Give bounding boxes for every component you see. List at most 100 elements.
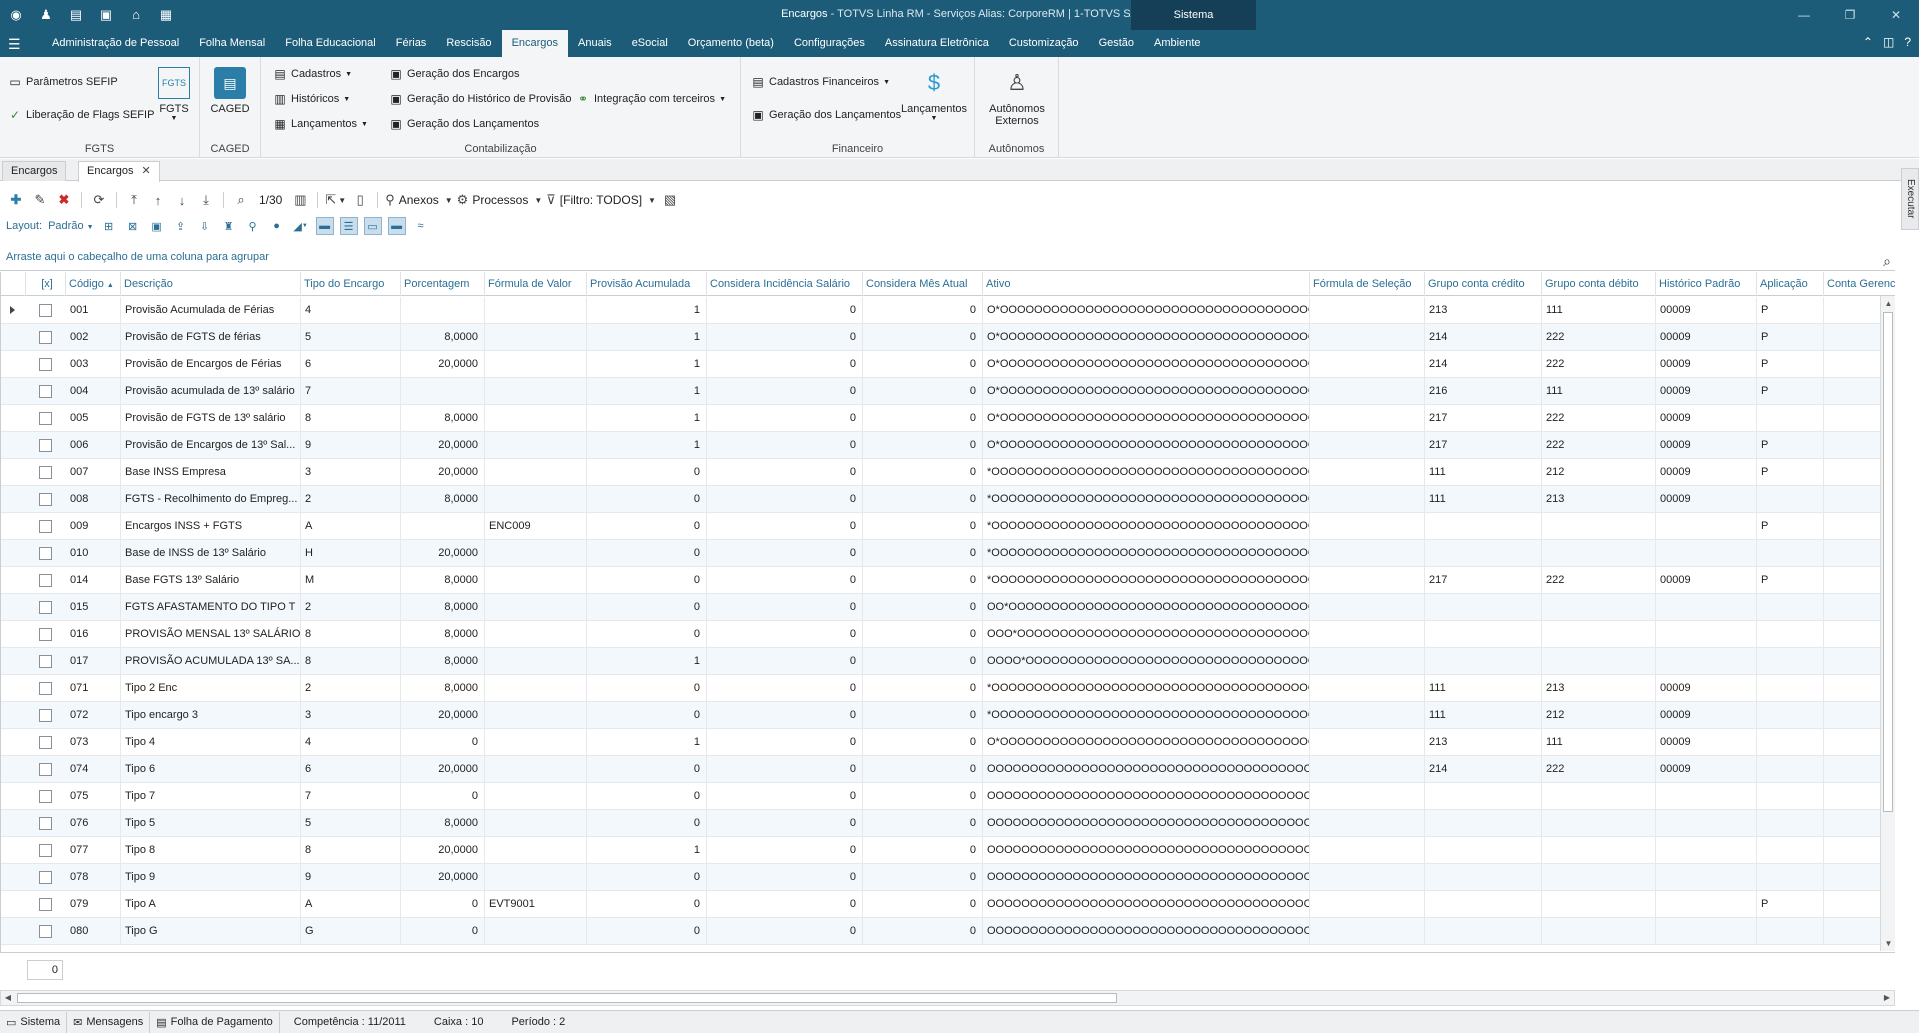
cell-mes-atual[interactable]: 0	[863, 783, 983, 810]
cell-incidencia[interactable]: 0	[707, 405, 863, 432]
cell-formula-selecao[interactable]	[1310, 405, 1425, 432]
cell-historico[interactable]	[1656, 513, 1757, 540]
export-layout-icon[interactable]: ⇩	[196, 217, 214, 235]
cell-historico[interactable]: 00009	[1656, 405, 1757, 432]
cell-porcentagem[interactable]: 8,0000	[401, 486, 485, 513]
cell-ativo[interactable]: *OOOOOOOOOOOOOOOOOOOOOOOOOOOOOOOOOOOOOOO…	[983, 459, 1310, 486]
row-checkbox[interactable]	[39, 358, 52, 371]
spell-icon[interactable]: ≈	[412, 217, 430, 235]
view-top-icon[interactable]: ▭	[363, 217, 382, 235]
row-checkbox[interactable]	[39, 385, 52, 398]
cell-porcentagem[interactable]: 20,0000	[401, 864, 485, 891]
cell-grupo-credito[interactable]: 214	[1425, 351, 1542, 378]
cell-formula-valor[interactable]	[485, 378, 587, 405]
cell-tipo[interactable]: 3	[301, 702, 401, 729]
cell-formula-selecao[interactable]	[1310, 702, 1425, 729]
cell-tipo[interactable]: 5	[301, 810, 401, 837]
cell-aplicacao[interactable]: P	[1757, 378, 1824, 405]
cell-ativo[interactable]: O*OOOOOOOOOOOOOOOOOOOOOOOOOOOOOOOOOOOOOO…	[983, 729, 1310, 756]
geracao-lancamentos-button[interactable]: ▣ Geração dos Lançamentos	[389, 117, 539, 131]
cell-descricao[interactable]: Tipo 8	[121, 837, 301, 864]
table-row[interactable]: 001 Provisão Acumulada de Férias 4 1 0 0 O*OOO…	[1, 297, 1881, 324]
cell-porcentagem[interactable]: 8,0000	[401, 324, 485, 351]
cell-formula-valor[interactable]	[485, 594, 587, 621]
row-checkbox[interactable]	[39, 601, 52, 614]
anexos-button[interactable]: ⚲ Anexos ▼	[385, 190, 452, 210]
cell-formula-selecao[interactable]	[1310, 837, 1425, 864]
cell-formula-selecao[interactable]	[1310, 513, 1425, 540]
cell-mes-atual[interactable]: 0	[863, 729, 983, 756]
cell-grupo-credito[interactable]	[1425, 594, 1542, 621]
cell-porcentagem[interactable]: 20,0000	[401, 837, 485, 864]
cell-grupo-credito[interactable]: 217	[1425, 432, 1542, 459]
remove-layout-icon[interactable]: ⊠	[124, 217, 142, 235]
cell-historico[interactable]	[1656, 621, 1757, 648]
scroll-right-icon[interactable]: ▶	[1880, 991, 1894, 1005]
cell-historico[interactable]	[1656, 783, 1757, 810]
cell-aplicacao[interactable]	[1757, 729, 1824, 756]
autonomos-externos-button[interactable]: ♙ Autônomos Externos	[981, 67, 1053, 127]
cell-tipo[interactable]: M	[301, 567, 401, 594]
cell-tipo[interactable]: 6	[301, 756, 401, 783]
integracao-terceiros-button[interactable]: ⚭ Integração com terceiros ▼	[576, 92, 726, 106]
view-bottom-icon[interactable]: ▬	[387, 217, 406, 235]
cell-aplicacao[interactable]: P	[1757, 351, 1824, 378]
caged-button[interactable]: ▤ CAGED	[210, 67, 250, 115]
cell-provisao[interactable]: 0	[587, 891, 707, 918]
cell-grupo-debito[interactable]	[1542, 837, 1656, 864]
cell-formula-valor[interactable]	[485, 621, 587, 648]
cell-historico[interactable]: 00009	[1656, 702, 1757, 729]
cell-ativo[interactable]: OOOOOOOOOOOOOOOOOOOOOOOOOOOOOOOOOOOOOOOO…	[983, 891, 1310, 918]
row-checkbox[interactable]	[39, 466, 52, 479]
cell-historico[interactable]	[1656, 891, 1757, 918]
status-sistema-button[interactable]: ▭ Sistema	[0, 1011, 68, 1033]
menu-esocial[interactable]: eSocial	[622, 30, 678, 57]
cell-descricao[interactable]: Provisão de FGTS de férias	[121, 324, 301, 351]
cell-formula-selecao[interactable]	[1310, 810, 1425, 837]
cell-mes-atual[interactable]: 0	[863, 756, 983, 783]
row-checkbox[interactable]	[39, 520, 52, 533]
menu-administracao[interactable]: Administração de Pessoal	[42, 30, 189, 57]
parametros-sefip-button[interactable]: ▭ Parâmetros SEFIP	[8, 75, 117, 89]
cell-descricao[interactable]: Tipo 5	[121, 810, 301, 837]
cell-aplicacao[interactable]	[1757, 837, 1824, 864]
close-window-button[interactable]: ✕	[1873, 0, 1919, 30]
help-icon[interactable]: ?	[1904, 35, 1911, 49]
cell-formula-selecao[interactable]	[1310, 648, 1425, 675]
menu-folha-educacional[interactable]: Folha Educacional	[275, 30, 386, 57]
home-icon[interactable]: ⌂	[128, 7, 144, 23]
cell-grupo-debito[interactable]: 222	[1542, 405, 1656, 432]
col-grupo-debito[interactable]: Grupo conta débito	[1542, 272, 1656, 296]
cell-tipo[interactable]: 6	[301, 351, 401, 378]
cell-porcentagem[interactable]: 0	[401, 918, 485, 945]
cell-incidencia[interactable]: 0	[707, 297, 863, 324]
cell-formula-selecao[interactable]	[1310, 324, 1425, 351]
row-checkbox[interactable]	[39, 898, 52, 911]
cell-codigo[interactable]: 075	[66, 783, 121, 810]
cell-descricao[interactable]: FGTS AFASTAMENTO DO TIPO T	[121, 594, 301, 621]
cell-descricao[interactable]: Tipo 7	[121, 783, 301, 810]
cell-ativo[interactable]: OOOOOOOOOOOOOOOOOOOOOOOOOOOOOOOOOOOOOOOO…	[983, 837, 1310, 864]
cell-codigo[interactable]: 004	[66, 378, 121, 405]
cell-provisao[interactable]: 1	[587, 648, 707, 675]
cell-porcentagem[interactable]: 8,0000	[401, 648, 485, 675]
cell-aplicacao[interactable]	[1757, 405, 1824, 432]
status-mensagens-button[interactable]: ✉ Mensagens	[67, 1011, 151, 1033]
cell-grupo-credito[interactable]	[1425, 864, 1542, 891]
cell-porcentagem[interactable]: 0	[401, 783, 485, 810]
cell-aplicacao[interactable]: P	[1757, 297, 1824, 324]
cell-ativo[interactable]: OOOO*OOOOOOOOOOOOOOOOOOOOOOOOOOOOOOOOOOO…	[983, 648, 1310, 675]
view-split-icon[interactable]: ☰	[339, 217, 358, 235]
cell-formula-selecao[interactable]	[1310, 918, 1425, 945]
menu-ambiente[interactable]: Ambiente	[1144, 30, 1210, 57]
cell-ativo[interactable]: OOOOOOOOOOOOOOOOOOOOOOOOOOOOOOOOOOOOOOOO…	[983, 918, 1310, 945]
cell-historico[interactable]	[1656, 864, 1757, 891]
cell-grupo-credito[interactable]: 111	[1425, 675, 1542, 702]
cell-mes-atual[interactable]: 0	[863, 837, 983, 864]
historicos-button[interactable]: ▥ Históricos ▼	[273, 92, 350, 106]
cell-codigo[interactable]: 005	[66, 405, 121, 432]
cell-formula-selecao[interactable]	[1310, 621, 1425, 648]
cell-grupo-debito[interactable]	[1542, 513, 1656, 540]
close-tab-icon[interactable]: ✕	[141, 165, 150, 177]
vertical-scrollbar[interactable]: ▲ ▼	[1880, 296, 1895, 951]
